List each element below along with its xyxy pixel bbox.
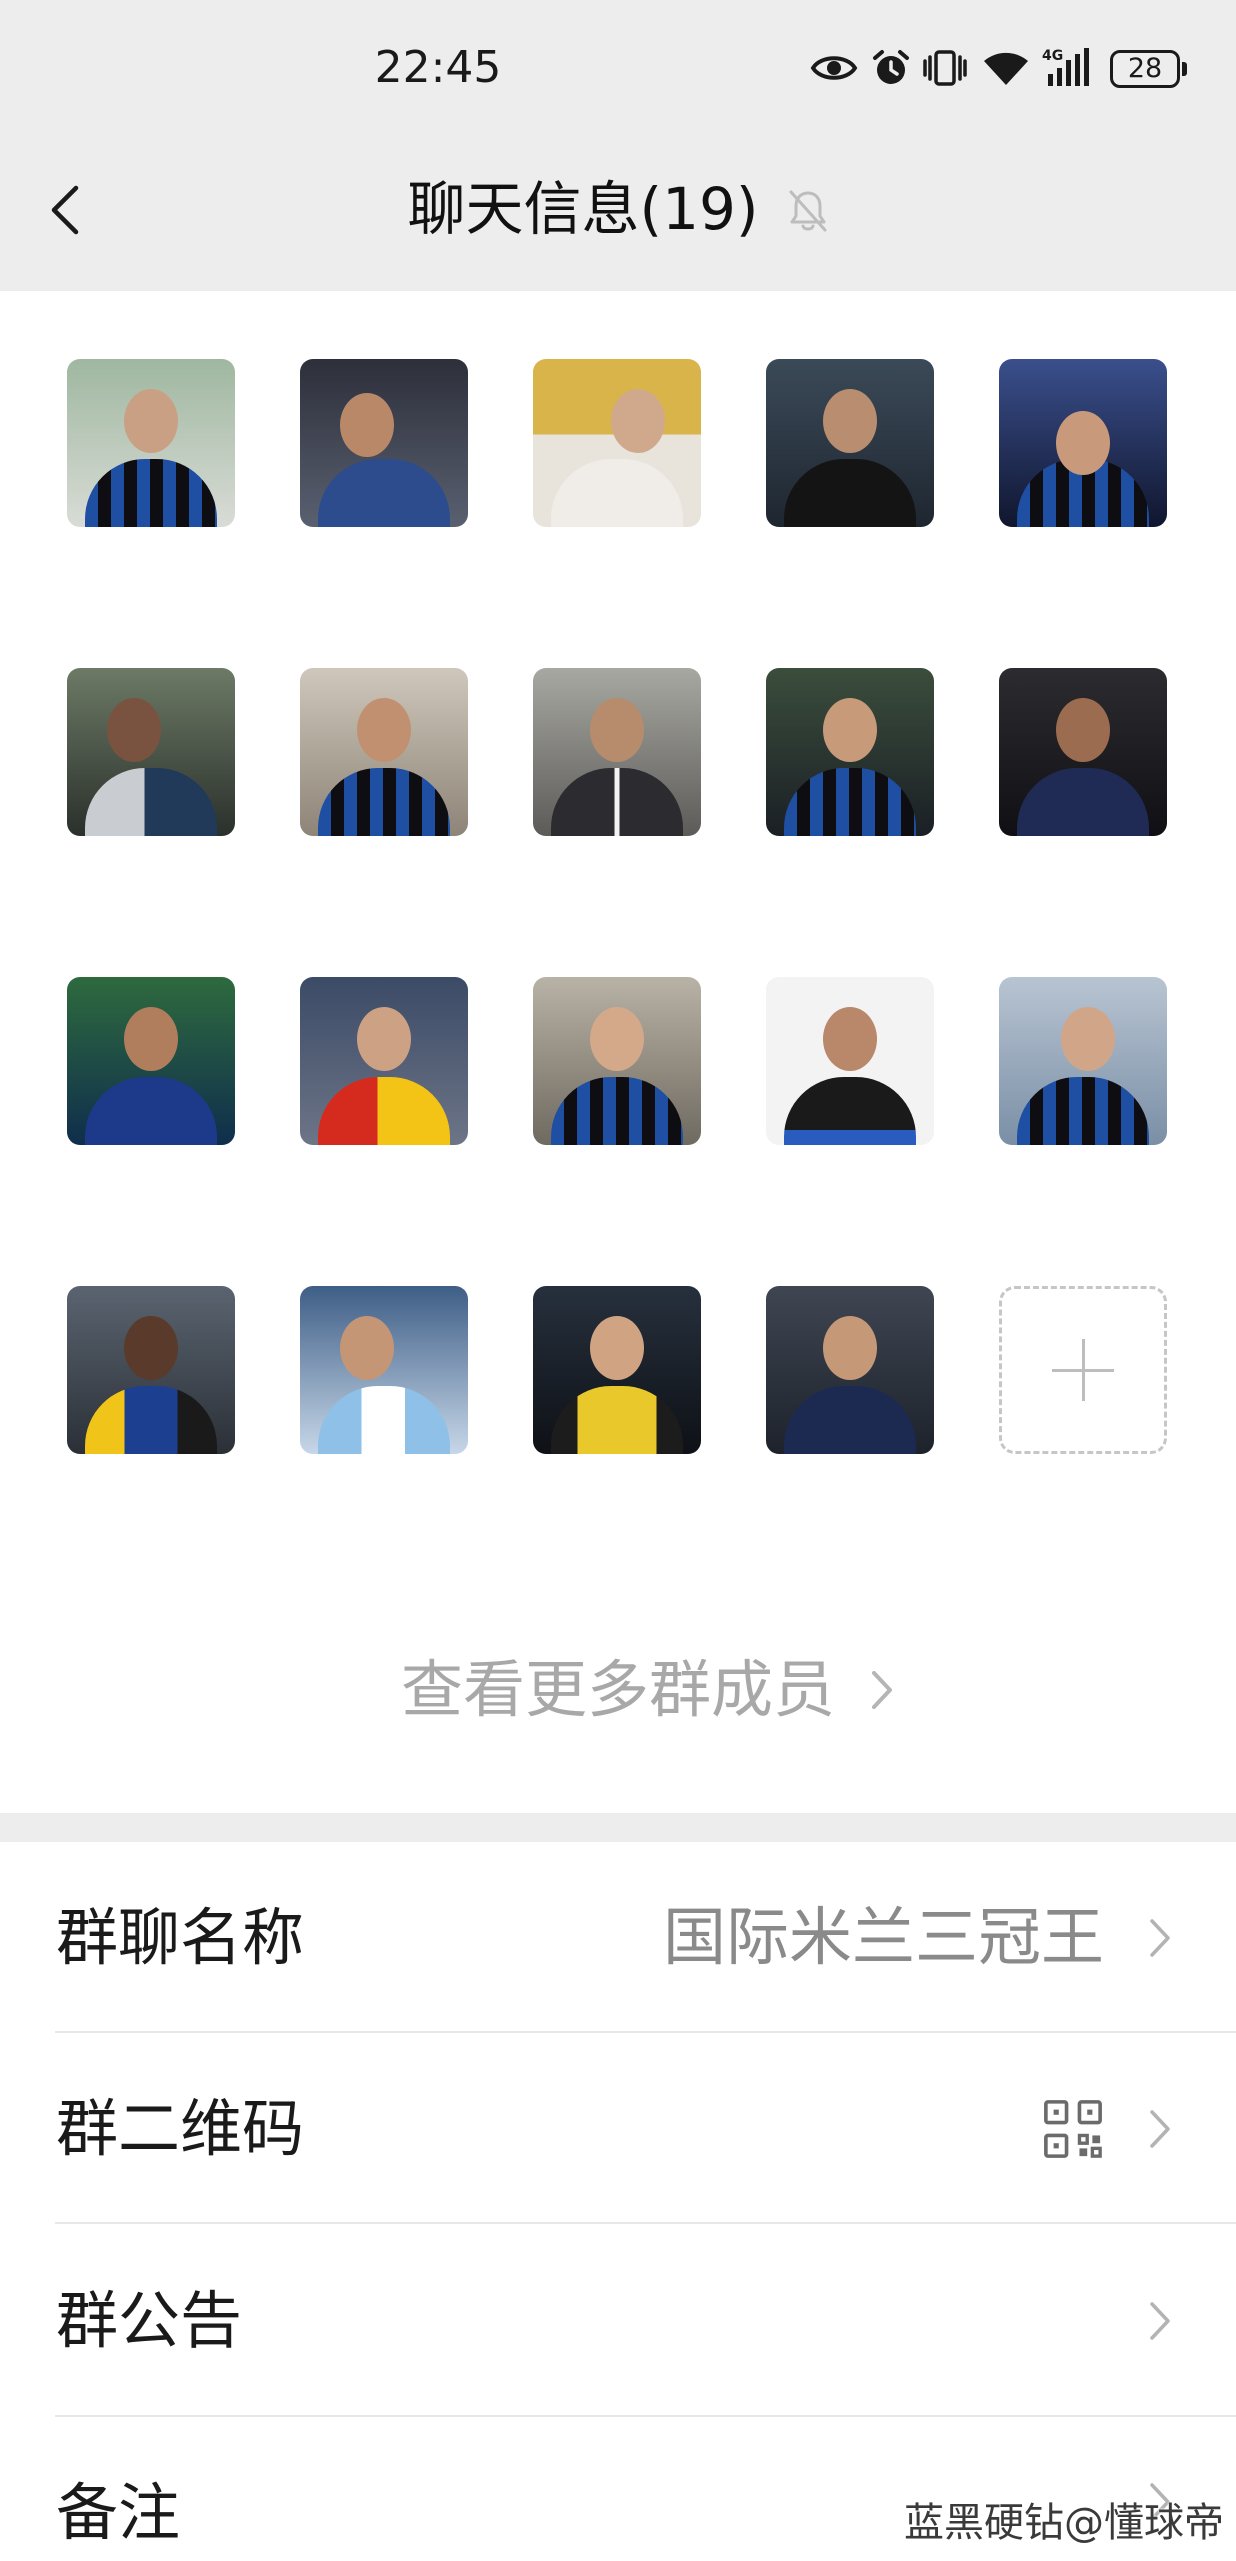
member-avatar[interactable]: [999, 977, 1167, 1145]
member-avatar[interactable]: [300, 359, 468, 527]
alarm-icon: [873, 50, 909, 84]
signal-icon: 4G: [1042, 48, 1089, 86]
header: 聊天信息(19): [0, 169, 1236, 249]
member-avatar[interactable]: [766, 668, 934, 836]
member-avatar[interactable]: [300, 668, 468, 836]
group-name-row[interactable]: 群聊名称 国际米兰三冠王: [0, 1842, 1236, 2033]
view-more-text: 查看更多群成员: [400, 1650, 892, 1730]
member-avatar[interactable]: [533, 1286, 701, 1454]
bell-off-icon: [789, 190, 827, 232]
member-grid: [67, 359, 1167, 1454]
battery-nub: [1182, 62, 1187, 76]
chevron-right-icon: [872, 1671, 892, 1709]
remark-label: 备注: [56, 2476, 181, 2549]
member-avatar[interactable]: [533, 668, 701, 836]
top-bar: 22:45 4G 28 聊天信息(19): [0, 0, 1236, 291]
eye-icon: [810, 56, 858, 80]
member-avatar[interactable]: [999, 668, 1167, 836]
group-name-label: 群聊名称: [56, 1900, 305, 1974]
group-notice-label: 群公告: [56, 2283, 243, 2357]
chat-info-screen: 22:45 4G 28 聊天信息(19) 查看更多群成员 群聊名称 国际米兰三冠…: [0, 0, 1236, 2561]
member-avatar[interactable]: [67, 977, 235, 1145]
member-avatar[interactable]: [999, 359, 1167, 527]
wifi-icon: [984, 52, 1028, 85]
group-name-right: 国际米兰三冠王: [663, 1900, 1172, 1974]
group-qr-code-right: [1042, 2098, 1172, 2160]
member-avatar[interactable]: [300, 1286, 468, 1454]
member-avatar[interactable]: [766, 359, 934, 527]
member-avatar[interactable]: [300, 977, 468, 1145]
settings-list: 群聊名称 国际米兰三冠王 群二维码 群公告 备注: [0, 1842, 1236, 2561]
add-member-button[interactable]: [999, 1286, 1167, 1454]
chevron-right-icon: [1150, 2109, 1170, 2148]
battery-icon: 28: [1110, 50, 1180, 88]
chevron-right-icon: [1150, 2301, 1170, 2340]
plus-icon-stroke: [1082, 1339, 1085, 1401]
member-avatar[interactable]: [67, 359, 235, 527]
member-avatar[interactable]: [766, 977, 934, 1145]
battery-level: 28: [1127, 53, 1163, 84]
page-title: 聊天信息(19): [407, 175, 759, 243]
group-notice-row[interactable]: 群公告: [0, 2224, 1236, 2417]
group-name-value: 国际米兰三冠王: [663, 1900, 1104, 1974]
view-more-label: 查看更多群成员: [400, 1653, 835, 1726]
status-time: 22:45: [374, 42, 502, 93]
qr-code-icon: [1044, 2099, 1102, 2158]
member-avatar[interactable]: [533, 359, 701, 527]
group-qr-code-label: 群二维码: [56, 2091, 305, 2165]
member-avatar[interactable]: [533, 977, 701, 1145]
group-qr-code-row[interactable]: 群二维码: [0, 2033, 1236, 2224]
chevron-right-icon: [1150, 1918, 1170, 1957]
watermark: 蓝黑硬钻@懂球帝: [904, 2500, 1224, 2546]
member-avatar[interactable]: [67, 668, 235, 836]
vibrate-icon: [923, 50, 967, 86]
group-notice-right: [1104, 2300, 1172, 2342]
network-type-label: 4G: [1042, 48, 1063, 64]
member-avatar[interactable]: [766, 1286, 934, 1454]
view-more-members-button[interactable]: 查看更多群成员: [0, 1650, 1236, 1730]
member-section: 查看更多群成员: [0, 291, 1236, 1813]
member-avatar[interactable]: [67, 1286, 235, 1454]
